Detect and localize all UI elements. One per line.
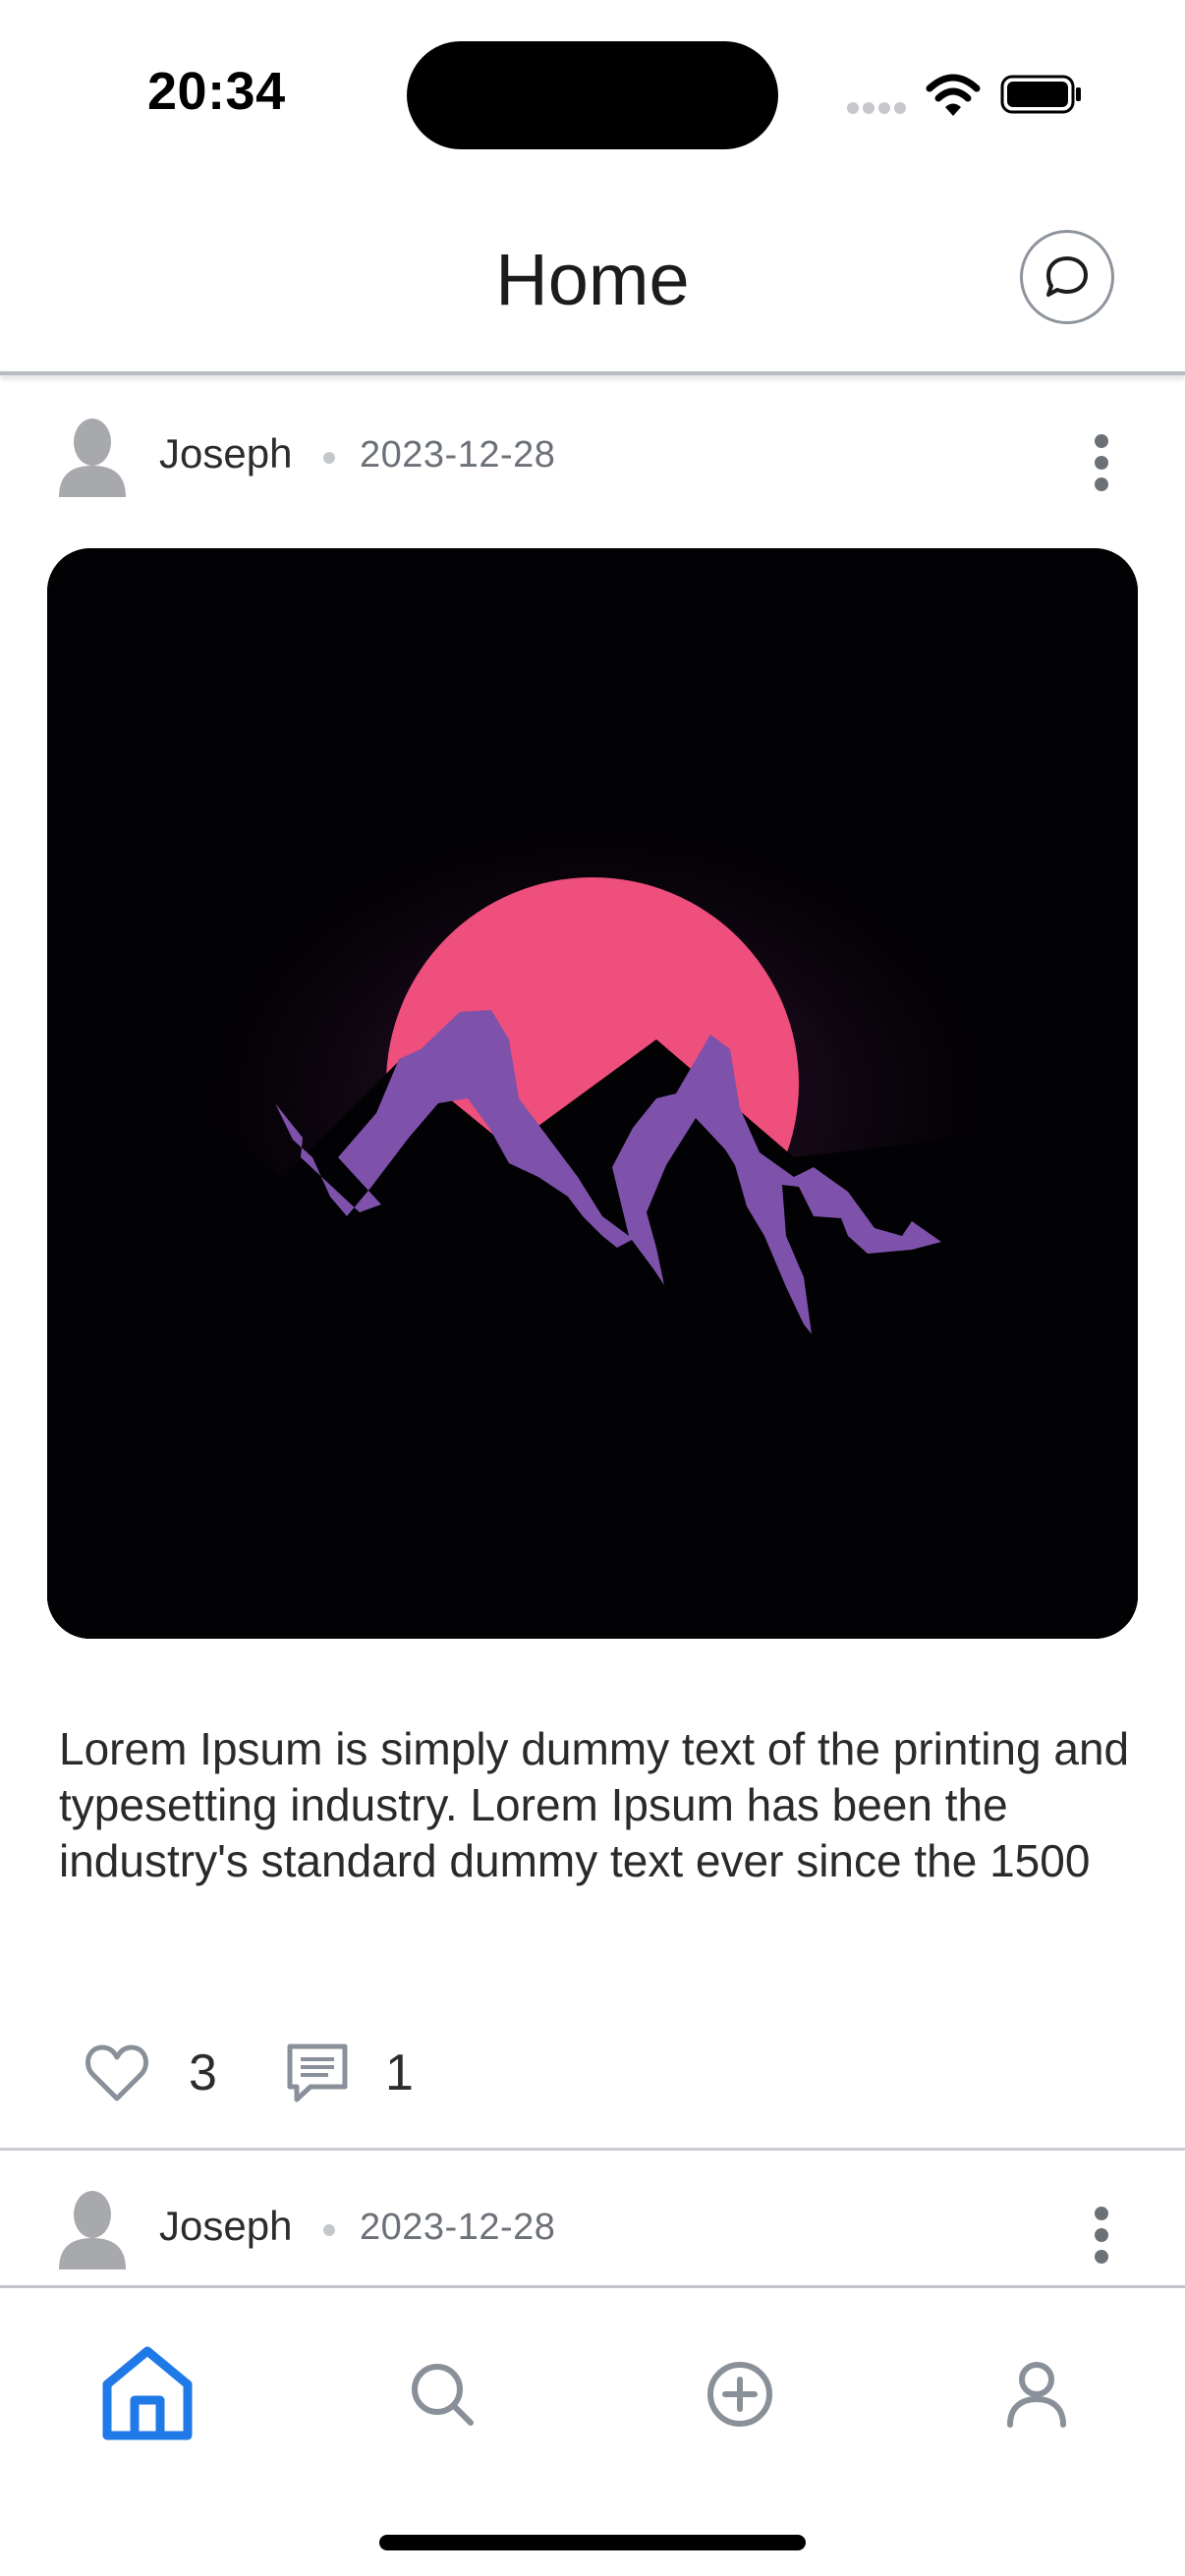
post-image[interactable]	[47, 548, 1138, 1639]
home-icon	[102, 2346, 193, 2440]
dynamic-island	[407, 41, 778, 149]
comment-count: 1	[385, 2044, 414, 2101]
home-screen: 20:34 Home Joseph 2023-12-28 Lorem Ipsum…	[0, 0, 1185, 2576]
comment-icon[interactable]	[285, 2042, 350, 2104]
tab-home[interactable]	[88, 2335, 206, 2453]
tab-bar	[0, 2285, 1185, 2576]
chat-button[interactable]	[1020, 230, 1114, 324]
status-time: 20:34	[147, 62, 286, 121]
tab-profile[interactable]	[978, 2335, 1096, 2453]
tab-create-post[interactable]	[681, 2335, 799, 2453]
more-options-button[interactable]	[1079, 2183, 1126, 2273]
status-bar: 20:34	[0, 0, 1185, 177]
meta-separator-dot	[323, 452, 335, 464]
wifi-icon	[926, 74, 981, 116]
more-options-button[interactable]	[1079, 411, 1126, 501]
meta-separator-dot	[323, 2224, 335, 2236]
post-date: 2023-12-28	[360, 2207, 556, 2248]
post-divider	[0, 2148, 1185, 2151]
post-header: Joseph 2023-12-28	[0, 2175, 1185, 2283]
avatar[interactable]	[55, 2187, 130, 2269]
home-indicator[interactable]	[379, 2535, 806, 2550]
like-count: 3	[189, 2044, 217, 2101]
avatar[interactable]	[55, 415, 130, 497]
author-name[interactable]: Joseph	[159, 430, 292, 477]
tab-search[interactable]	[383, 2335, 501, 2453]
heart-icon[interactable]	[85, 2044, 149, 2102]
add-circle-icon	[707, 2362, 772, 2427]
cellular-signal-icon	[847, 102, 908, 116]
battery-icon	[1000, 75, 1081, 114]
post-date: 2023-12-28	[360, 434, 556, 476]
header-divider	[0, 371, 1185, 375]
nav-header: Home	[0, 177, 1185, 373]
author-name[interactable]: Joseph	[159, 2203, 292, 2250]
search-icon	[412, 2364, 474, 2426]
profile-icon	[1007, 2362, 1066, 2428]
post-text: Lorem Ipsum is simply dummy text of the …	[59, 1723, 1130, 1886]
mountain-sunset-illustration	[47, 548, 1138, 1639]
chat-bubble-icon	[1046, 256, 1088, 297]
page-title: Home	[495, 239, 690, 320]
post-header: Joseph 2023-12-28	[0, 403, 1185, 511]
post-actions: 3 1	[0, 2034, 1185, 2122]
